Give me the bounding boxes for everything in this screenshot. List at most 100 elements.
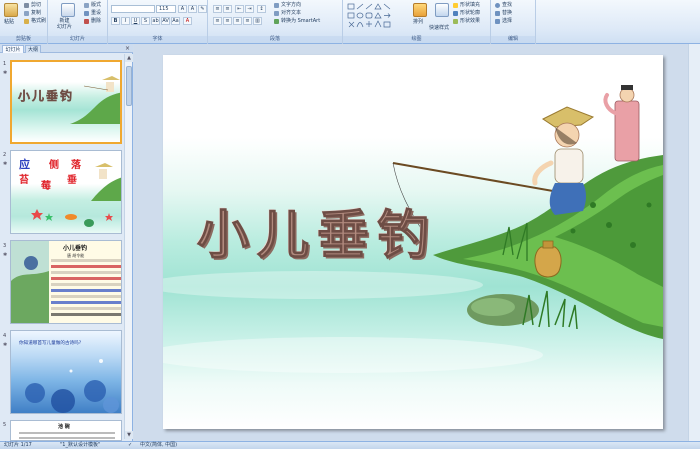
font-name-field[interactable] [111,5,155,13]
change-case-button[interactable]: Aa [171,17,180,25]
tab-slides[interactable]: 幻灯片 [2,45,24,53]
close-icon[interactable]: × [125,45,130,52]
spacing-button[interactable]: AV [161,17,170,25]
find-icon[interactable] [495,3,500,8]
shape-effects-button[interactable]: 形状效果 [460,18,480,24]
pane-tabs: 幻灯片 大纲 × [0,44,133,53]
ribbon: 粘贴 剪切 复制 格式刷 剪贴板 新建 幻灯片 版式 重设 删除 幻灯片 115… [0,0,700,44]
shape-effects-icon[interactable] [453,19,458,24]
shape-fill-icon[interactable] [453,3,458,8]
current-slide[interactable]: 小儿垂钓 [163,55,663,429]
quick-styles-icon[interactable] [435,3,449,17]
shapes-gallery[interactable] [347,3,407,29]
select-icon[interactable] [495,19,500,24]
language-status[interactable]: 中文(简体, 中国) [140,442,177,449]
paragraph-group: ≡ ≡ ⇤ ⇥ ↕ ≡ ≡ ≡ ≡ ▥ 文字方向 对齐文本 转换为 SmartA… [208,0,343,44]
quick-styles-button[interactable]: 快速样式 [429,25,449,31]
align-text-button[interactable]: 对齐文本 [281,10,301,16]
layout-button[interactable]: 版式 [91,2,101,8]
align-text-icon[interactable] [274,11,279,16]
clipboard-group-label: 剪贴板 [0,36,47,43]
clear-format-button[interactable]: ✎ [198,5,207,13]
thumbnail-number: 5 [3,422,7,428]
shape-outline-button[interactable]: 形状轮廓 [460,10,480,16]
cut-button[interactable]: 剪切 [31,2,41,8]
line-spacing-button[interactable]: ↕ [257,5,266,13]
cut-icon[interactable] [24,3,29,8]
align-center-button[interactable]: ≡ [223,17,232,25]
text-direction-icon[interactable] [274,3,279,8]
copy-button[interactable]: 复制 [31,10,41,16]
increase-indent-button[interactable]: ⇥ [245,5,254,13]
slides-group-label: 幻灯片 [48,36,107,43]
bullets-button[interactable]: ≡ [213,5,222,13]
smartart-icon[interactable] [274,19,279,24]
replace-button[interactable]: 替换 [502,10,512,16]
layout-icon[interactable] [84,3,89,8]
paste-button[interactable]: 粘贴 [4,19,14,25]
thumbnail-number: 1 [3,61,7,67]
thumbnail-scrollbar[interactable]: ▲ ▼ [124,54,133,439]
thumbnail-number: 2 [3,152,7,158]
slide-thumbnail-1[interactable]: 小儿垂钓 [10,60,122,144]
scroll-up-icon[interactable]: ▲ [125,54,133,62]
new-slide-button[interactable]: 新建 幻灯片 [57,18,72,30]
delete-icon[interactable] [84,19,89,24]
slide-canvas: 小儿垂钓 [134,44,700,441]
reset-button[interactable]: 重设 [91,10,101,16]
format-painter-icon[interactable] [24,19,29,24]
select-button[interactable]: 选择 [502,18,512,24]
new-slide-icon[interactable] [61,3,75,17]
arrange-icon[interactable] [413,3,427,17]
thumbnail-number: 4 [3,333,7,339]
shadow-button[interactable]: S [141,17,150,25]
replace-icon[interactable] [495,11,500,16]
shape-outline-icon[interactable] [453,11,458,16]
animation-icon: ✱ [3,161,8,167]
canvas-scrollbar[interactable] [688,44,700,441]
font-group-label: 字体 [108,36,207,43]
align-right-button[interactable]: ≡ [233,17,242,25]
status-bar: 幻灯片 1/17 "1_默认设计模板" ✓ 中文(简体, 中国) [0,441,700,449]
paste-icon[interactable] [4,3,18,17]
shrink-font-button[interactable]: A [188,5,197,13]
delete-button[interactable]: 删除 [91,18,101,24]
slide-title[interactable]: 小儿垂钓 [196,193,437,268]
slides-pane: 幻灯片 大纲 × 1 ✱ 小儿垂钓 2 ✱ 应 侧 落 苔 莓 垂 3 ✱ 小儿… [0,44,133,441]
slide-thumbnail-4[interactable]: 你知道哪首写儿童做的古诗吗? [10,330,122,414]
decrease-indent-button[interactable]: ⇤ [235,5,244,13]
bold-button[interactable]: B [111,17,120,25]
arrange-button[interactable]: 排列 [413,19,423,25]
scroll-down-icon[interactable]: ▼ [125,431,133,439]
slide-thumbnail-3[interactable]: 小儿垂钓 唐 胡令能 [10,240,122,324]
format-painter-button[interactable]: 格式刷 [31,18,46,24]
align-left-button[interactable]: ≡ [213,17,222,25]
spelling-icon[interactable]: ✓ [128,442,132,449]
find-button[interactable]: 查找 [502,2,512,8]
columns-button[interactable]: ▥ [253,17,262,25]
animation-icon: ✱ [3,342,8,348]
reset-icon[interactable] [84,11,89,16]
text-direction-button[interactable]: 文字方向 [281,2,301,8]
smartart-button[interactable]: 转换为 SmartArt [281,18,320,24]
font-size-field[interactable]: 115 [156,5,176,13]
copy-icon[interactable] [24,11,29,16]
italic-button[interactable]: I [121,17,130,25]
font-color-button[interactable]: A [183,17,192,25]
grow-font-button[interactable]: A [178,5,187,13]
slide-thumbnail-2[interactable]: 应 侧 落 苔 莓 垂 [10,150,122,234]
scrollbar-thumb[interactable] [126,66,132,106]
shape-fill-button[interactable]: 形状填充 [460,2,480,8]
numbering-button[interactable]: ≡ [223,5,232,13]
thumbnail-illustration [31,163,121,227]
tab-outline[interactable]: 大纲 [25,45,41,53]
strikethrough-button[interactable]: ab [151,17,160,25]
slide-thumbnail-5[interactable]: 池 碗 [10,420,122,441]
editing-group: 查找 替换 选择 编辑 [491,0,536,44]
underline-button[interactable]: U [131,17,140,25]
thumbnail-illustration [70,76,120,124]
paragraph-group-label: 段落 [208,36,342,43]
justify-button[interactable]: ≡ [243,17,252,25]
animation-icon: ✱ [3,252,8,258]
thumbnail-number: 3 [3,243,7,249]
